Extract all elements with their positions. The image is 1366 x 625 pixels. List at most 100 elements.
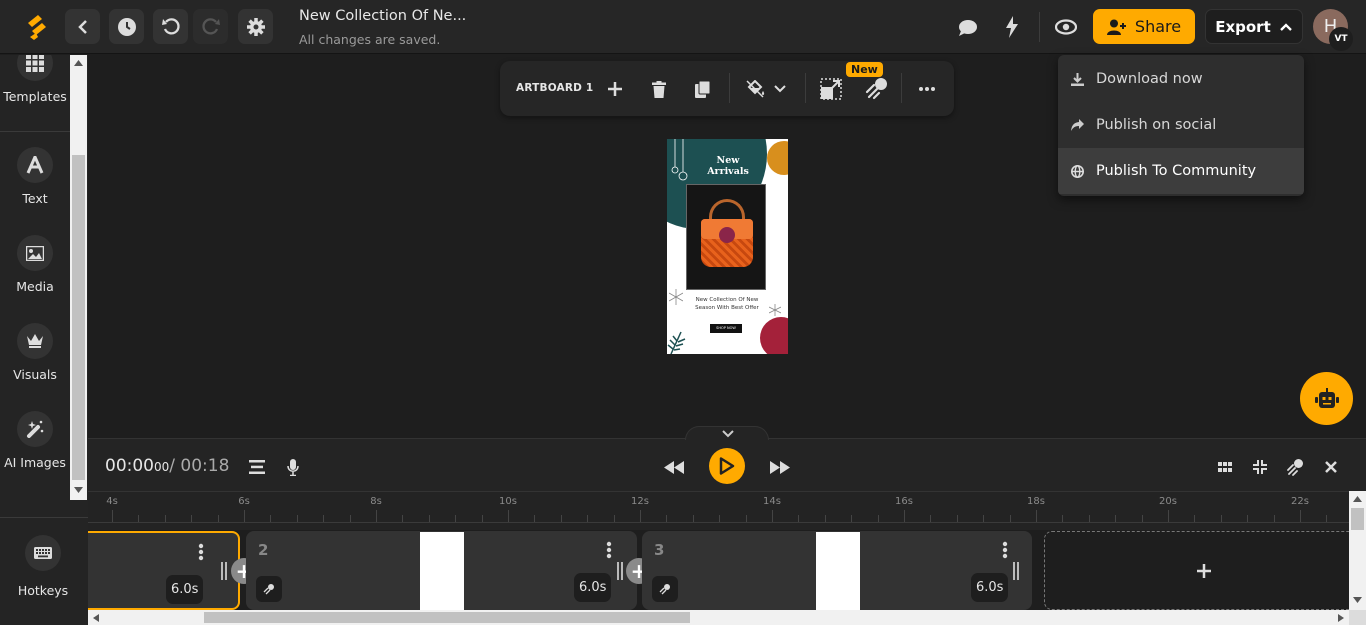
bag-logo: [719, 227, 735, 243]
comments-button[interactable]: [955, 15, 981, 41]
image-icon: [26, 245, 44, 261]
product-photo[interactable]: [686, 184, 766, 290]
menu-item-publish-social[interactable]: Publish on social: [1058, 102, 1304, 148]
fast-forward-button[interactable]: [768, 456, 792, 478]
ruler-tick: [1009, 515, 1011, 522]
settings-button[interactable]: [238, 9, 273, 44]
sidebar-item-text[interactable]: Text: [0, 147, 70, 206]
clip-duration[interactable]: 6.0s: [166, 575, 204, 604]
team-badge[interactable]: VT: [1329, 27, 1353, 51]
more-vertical-icon[interactable]: [1002, 541, 1008, 559]
timeline-clip-1[interactable]: 6.0s: [88, 531, 240, 610]
delete-artboard-button[interactable]: [648, 78, 670, 100]
more-options-button[interactable]: [916, 78, 938, 100]
collapse-timeline-button[interactable]: [685, 426, 769, 440]
sidebar-item-visuals[interactable]: Visuals: [0, 323, 70, 382]
clip-duration[interactable]: 6.0s: [971, 573, 1009, 602]
add-user-icon: [1106, 19, 1126, 35]
clip-resize-handle[interactable]: [617, 562, 623, 580]
sidebar-item-hotkeys[interactable]: Hotkeys: [8, 535, 78, 598]
artboard-description[interactable]: New Collection Of New Season With Best O…: [689, 296, 765, 312]
artboard-name[interactable]: ARTBOARD 1: [516, 82, 593, 94]
shop-now-button[interactable]: SHOP NOW: [710, 324, 742, 333]
clock-icon: [117, 17, 136, 36]
voiceover-button[interactable]: [283, 456, 303, 478]
animate-button[interactable]: [1000, 14, 1024, 40]
ruler-tick: [138, 515, 140, 522]
sidebar-scroll-thumb[interactable]: [72, 155, 85, 480]
share-button[interactable]: Share: [1093, 9, 1195, 44]
clip-resize-handle[interactable]: [221, 562, 227, 580]
ornament-icon: [671, 139, 688, 181]
chevron-down-icon: [774, 85, 786, 93]
time-display: 00:0000/ 00:18: [105, 456, 229, 476]
sidebar-item-templates[interactable]: Templates: [0, 55, 70, 104]
top-bar: New Collection Of Ne... All changes are …: [0, 0, 1366, 54]
scroll-left-arrow-icon[interactable]: [93, 614, 99, 622]
ai-assistant-button[interactable]: [1300, 372, 1353, 425]
animation-button[interactable]: [1284, 456, 1306, 478]
app-logo-icon[interactable]: [24, 13, 50, 41]
scroll-thumb[interactable]: [204, 612, 690, 623]
ruler-tick: [534, 515, 536, 522]
scroll-thumb[interactable]: [1351, 508, 1364, 530]
clip-resize-handle[interactable]: [1013, 562, 1019, 580]
title-line: New: [716, 155, 740, 166]
clip-animation-button[interactable]: [256, 576, 282, 602]
divider: [1039, 12, 1040, 42]
ellipsis-icon: [919, 87, 935, 91]
grid-view-button[interactable]: [1215, 457, 1235, 477]
scroll-up-arrow-icon[interactable]: [74, 60, 83, 66]
artboard-title[interactable]: New Arrivals: [695, 155, 761, 177]
add-clip-button[interactable]: [1044, 531, 1349, 610]
menu-item-download-now[interactable]: Download now: [1058, 56, 1304, 102]
ruler-tick: [956, 515, 958, 522]
comet-icon: [263, 584, 274, 595]
scroll-down-arrow-icon[interactable]: [74, 487, 83, 493]
snowflake-icon: [669, 289, 683, 305]
more-vertical-icon[interactable]: [198, 543, 204, 561]
chevron-left-icon: [77, 19, 87, 34]
trash-icon: [652, 80, 666, 98]
rewind-button[interactable]: [662, 456, 686, 478]
background-color-button[interactable]: [743, 78, 789, 100]
scroll-right-arrow-icon[interactable]: [1338, 614, 1344, 622]
redo-icon: [201, 17, 220, 34]
download-icon: [1071, 72, 1084, 86]
divider: [0, 131, 70, 132]
sidebar-scrollbar[interactable]: [70, 55, 87, 500]
sidebar-label: Hotkeys: [17, 583, 69, 598]
clip-duration[interactable]: 6.0s: [574, 573, 612, 602]
play-button[interactable]: [709, 448, 745, 484]
timeline-clip-2[interactable]: 2 6.0s: [246, 531, 637, 610]
sidebar-item-ai-images[interactable]: AI Images: [0, 411, 70, 470]
history-button[interactable]: [109, 9, 144, 44]
ruler-tick-label: 10s: [499, 496, 517, 507]
resize-button[interactable]: [820, 78, 842, 100]
sidebar-item-media[interactable]: Media: [0, 235, 70, 294]
clip-animation-button[interactable]: [652, 576, 678, 602]
timeline-clip-3[interactable]: 3 6.0s: [642, 531, 1032, 610]
undo-button[interactable]: [153, 9, 188, 44]
duplicate-artboard-button[interactable]: [692, 78, 714, 100]
document-title[interactable]: New Collection Of Ne...: [299, 8, 466, 24]
export-button[interactable]: Export: [1205, 9, 1303, 44]
redo-button[interactable]: [193, 9, 228, 44]
timeline-ruler[interactable]: 4s 6s 8s 10s 12s 14s 16s 18s 20s 22s: [88, 491, 1349, 530]
preview-button[interactable]: [1053, 15, 1079, 39]
scroll-up-arrow-icon[interactable]: [1353, 496, 1362, 502]
current-time: 00:00: [105, 456, 154, 476]
scroll-down-arrow-icon[interactable]: [1353, 597, 1362, 603]
timeline-vertical-scrollbar[interactable]: [1349, 491, 1366, 610]
add-artboard-button[interactable]: [604, 78, 626, 100]
magic-animate-button[interactable]: [863, 76, 889, 102]
fit-timeline-button[interactable]: [1250, 457, 1270, 477]
plus-icon: [1197, 563, 1211, 578]
align-button[interactable]: [247, 457, 267, 477]
back-button[interactable]: [65, 9, 100, 44]
timeline-horizontal-scrollbar[interactable]: [88, 610, 1349, 625]
close-timeline-button[interactable]: [1321, 457, 1341, 477]
menu-item-publish-community[interactable]: Publish To Community: [1058, 148, 1304, 194]
more-vertical-icon[interactable]: [606, 541, 612, 559]
artboard-canvas[interactable]: New Arrivals New Collection Of New Season…: [667, 139, 788, 354]
